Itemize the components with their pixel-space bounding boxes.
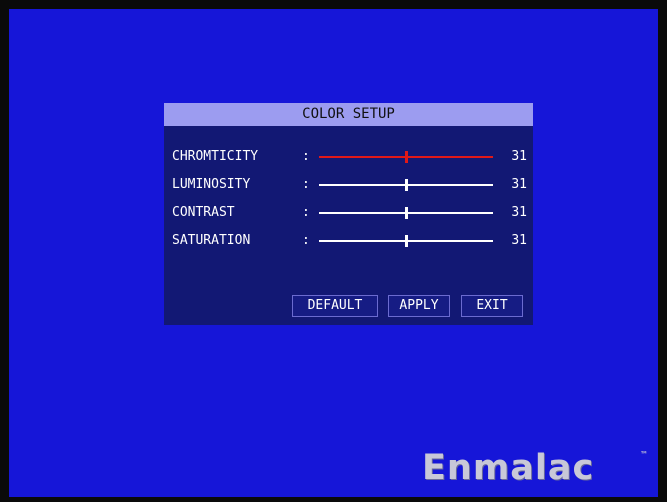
luminosity-slider[interactable] (319, 174, 493, 196)
osd-screen: COLOR SETUP CHROMTICITY : 31 LUMINOSITY … (9, 9, 658, 497)
setting-value: 31 (511, 233, 527, 248)
dialog-title: COLOR SETUP (164, 103, 533, 126)
color-setup-dialog: COLOR SETUP CHROMTICITY : 31 LUMINOSITY … (164, 103, 533, 325)
setting-colon: : (302, 149, 310, 164)
setting-colon: : (302, 205, 310, 220)
brand-logo: Enmalac (422, 448, 595, 488)
setting-label: SATURATION (172, 233, 251, 248)
setting-label: LUMINOSITY (172, 177, 251, 192)
saturation-slider[interactable] (319, 230, 493, 252)
slider-thumb-icon[interactable] (405, 179, 408, 191)
chromticity-slider[interactable] (319, 146, 493, 168)
setting-colon: : (302, 233, 310, 248)
setting-value: 31 (511, 205, 527, 220)
trademark-mark: ™ (640, 450, 648, 459)
setting-colon: : (302, 177, 310, 192)
setting-row-chromticity[interactable]: CHROMTICITY : 31 (172, 146, 527, 168)
contrast-slider[interactable] (319, 202, 493, 224)
setting-label: CONTRAST (172, 205, 235, 220)
exit-button[interactable]: EXIT (461, 295, 523, 317)
slider-thumb-icon[interactable] (405, 151, 408, 163)
slider-thumb-icon[interactable] (405, 207, 408, 219)
setting-value: 31 (511, 149, 527, 164)
setting-value: 31 (511, 177, 527, 192)
apply-button[interactable]: APPLY (388, 295, 450, 317)
default-button[interactable]: DEFAULT (292, 295, 378, 317)
setting-label: CHROMTICITY (172, 149, 259, 164)
setting-row-saturation[interactable]: SATURATION : 31 (172, 230, 527, 252)
slider-thumb-icon[interactable] (405, 235, 408, 247)
setting-row-contrast[interactable]: CONTRAST : 31 (172, 202, 527, 224)
setting-row-luminosity[interactable]: LUMINOSITY : 31 (172, 174, 527, 196)
